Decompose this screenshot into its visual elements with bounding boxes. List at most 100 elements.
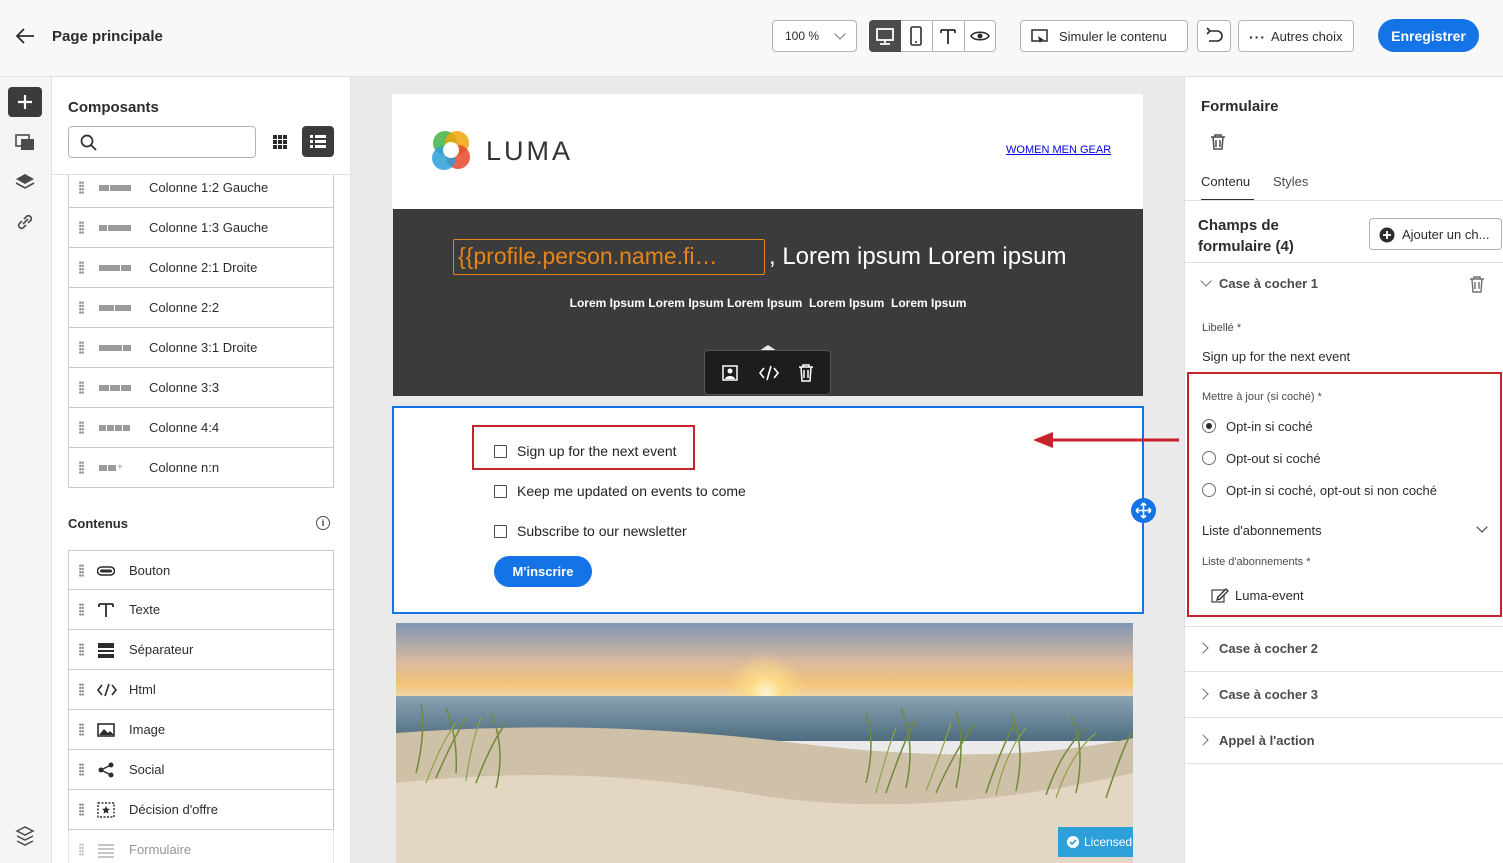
content-row[interactable]: Décision d'offre <box>68 790 334 830</box>
back-arrow-icon[interactable] <box>14 26 36 46</box>
nav-link-men[interactable]: MEN <box>1052 144 1076 156</box>
content-row[interactable]: Html <box>68 670 334 710</box>
checkbox[interactable] <box>494 445 507 458</box>
assets-button[interactable] <box>14 132 36 152</box>
tab-styles[interactable]: Styles <box>1273 174 1308 189</box>
tab-content-label: Contenu <box>1201 174 1251 189</box>
checkbox1-header[interactable]: Case à cocher 1 <box>1185 273 1503 297</box>
nav-link-women[interactable]: WOMEN <box>1006 144 1049 156</box>
drag-handle-icon <box>79 723 84 736</box>
structure-label: Colonne 4:4 <box>149 420 220 435</box>
search-input[interactable] <box>105 131 250 153</box>
subscription-value[interactable]: Luma-event <box>1211 585 1304 605</box>
structure-label: Colonne 2:2 <box>149 300 220 315</box>
content-row[interactable]: Formulaire <box>68 830 334 863</box>
trash-icon[interactable] <box>797 363 815 383</box>
content-label: Formulaire <box>129 842 192 857</box>
columns-3-1-right-icon <box>99 342 131 354</box>
label-caption-text: Libellé <box>1202 322 1234 334</box>
layers-icon <box>15 174 35 189</box>
section-title: Case à cocher 2 <box>1219 641 1319 656</box>
structure-row[interactable]: Colonne 1:3 Gauche <box>68 208 334 248</box>
add-field-button[interactable]: Ajouter un ch... <box>1369 218 1502 250</box>
structure-label: Colonne 1:3 Gauche <box>149 220 269 235</box>
trash-icon[interactable] <box>1469 276 1485 293</box>
drag-handle-icon <box>79 603 84 616</box>
divider <box>1185 717 1503 718</box>
checkbox[interactable] <box>494 525 507 538</box>
structure-row[interactable]: Colonne 1:2 Gauche <box>68 175 334 208</box>
preview-button[interactable] <box>965 20 996 52</box>
undo-icon <box>1206 27 1223 42</box>
edit-icon <box>1211 588 1229 603</box>
hero-headline: , Lorem ipsum Lorem ipsum <box>769 243 1067 270</box>
email-canvas: LUMA WOMEN MEN GEAR {{profile.person.nam… <box>351 77 1184 863</box>
nav-link-gear[interactable]: GEAR <box>1080 144 1111 156</box>
save-button[interactable]: Enregistrer <box>1378 19 1479 52</box>
beach-image[interactable]: Licensed <box>396 623 1133 863</box>
tab-content[interactable]: Contenu <box>1201 174 1250 189</box>
divider <box>1185 763 1503 764</box>
drag-handle-icon <box>79 643 84 656</box>
radio-opt-in[interactable] <box>1202 419 1216 433</box>
plus-icon <box>18 95 32 109</box>
checkbox3-header[interactable]: Case à cocher 3 <box>1185 683 1503 707</box>
content-label: Html <box>129 682 156 697</box>
submit-button[interactable]: M'inscrire <box>494 556 592 587</box>
columns-3-3-icon <box>99 382 131 394</box>
properties-panel: Formulaire Contenu Styles Champs de form… <box>1184 77 1503 863</box>
radio-opt-out[interactable] <box>1202 451 1216 465</box>
trash-icon[interactable] <box>1209 133 1227 151</box>
subscription-section-header[interactable]: Liste d'abonnements <box>1185 520 1503 542</box>
content-row[interactable]: Image <box>68 710 334 750</box>
desktop-view-button[interactable] <box>869 20 901 52</box>
content-row[interactable]: Social <box>68 750 334 790</box>
add-components-button[interactable] <box>8 87 42 117</box>
drag-handle-icon <box>79 461 84 474</box>
structure-row[interactable]: + Colonne n:n <box>68 448 334 488</box>
content-label: Bouton <box>129 563 171 578</box>
content-row[interactable]: Texte <box>68 590 334 630</box>
email-header[interactable]: LUMA WOMEN MEN GEAR <box>392 94 1143 209</box>
structure-row[interactable]: Colonne 3:3 <box>68 368 334 408</box>
cta-header[interactable]: Appel à l'action <box>1185 729 1503 753</box>
add-field-label: Ajouter un ch... <box>1402 226 1490 242</box>
columns-n-n-icon: + <box>99 462 131 474</box>
text-view-button[interactable] <box>933 20 965 52</box>
links-button[interactable] <box>14 212 36 232</box>
structure-row[interactable]: Colonne 3:1 Droite <box>68 328 334 368</box>
checkbox-label: Subscribe to our newsletter <box>517 523 687 539</box>
list-view-button[interactable] <box>302 126 334 157</box>
save-fragment-icon[interactable] <box>720 363 740 383</box>
info-icon[interactable]: i <box>316 516 330 530</box>
submit-label: M'inscrire <box>512 564 574 579</box>
simulate-content-button[interactable]: Simuler le contenu <box>1020 20 1188 52</box>
personalization-token[interactable]: {{profile.person.name.fi… <box>453 239 765 275</box>
checkbox[interactable] <box>494 485 507 498</box>
grid-view-button[interactable] <box>268 130 292 154</box>
drag-handle-icon <box>79 763 84 776</box>
divider <box>1185 626 1503 627</box>
layers-button[interactable] <box>14 172 36 192</box>
more-options-button[interactable]: ··· Autres choix <box>1238 20 1354 52</box>
checkbox-label: Keep me updated on events to come <box>517 483 746 499</box>
structure-row[interactable]: Colonne 2:1 Droite <box>68 248 334 288</box>
structure-row[interactable]: Colonne 4:4 <box>68 408 334 448</box>
chevron-down-icon <box>1476 521 1488 533</box>
content-row[interactable]: Séparateur <box>68 630 334 670</box>
structure-row[interactable]: Colonne 2:2 <box>68 288 334 328</box>
checkbox2-header[interactable]: Case à cocher 2 <box>1185 637 1503 661</box>
panel-title: Formulaire <box>1201 98 1279 115</box>
code-icon[interactable] <box>758 363 780 383</box>
content-row[interactable]: Bouton <box>68 550 334 590</box>
search-field[interactable] <box>68 126 256 158</box>
move-handle-icon[interactable] <box>1131 498 1156 523</box>
required-mark: * <box>1317 391 1322 403</box>
label-value[interactable]: Sign up for the next event <box>1202 349 1350 364</box>
mobile-view-button[interactable] <box>901 20 933 52</box>
zoom-select[interactable]: 100 % <box>772 20 857 52</box>
help-layers-button[interactable] <box>14 825 36 847</box>
drag-handle-icon <box>79 181 84 194</box>
undo-button[interactable] <box>1197 20 1231 52</box>
radio-opt-in-out[interactable] <box>1202 483 1216 497</box>
